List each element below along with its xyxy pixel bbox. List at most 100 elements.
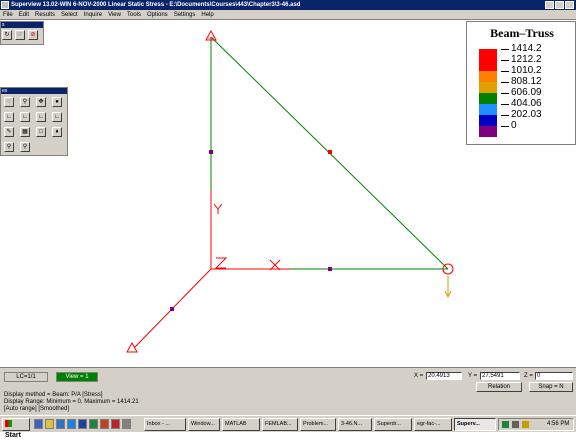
task-superview[interactable]: Superv... (454, 418, 496, 431)
task-matlab[interactable]: MATLAB (222, 418, 260, 431)
y-coord-field[interactable]: 27.5491 (480, 372, 520, 380)
x-coord-field[interactable]: 20.4913 (426, 372, 462, 380)
menu-select[interactable]: Select (58, 12, 81, 18)
task-problem[interactable]: Problem... (300, 418, 336, 431)
menu-options[interactable]: Options (144, 12, 171, 18)
view-palette-title: es (1, 88, 67, 94)
mesh-icon[interactable]: ♦ (52, 127, 62, 137)
z-coord-label: Z = (524, 373, 533, 379)
quicklaunch-app-icon[interactable] (111, 419, 120, 429)
axis-z-glyph (214, 257, 228, 269)
legend-swatch (479, 82, 497, 93)
legend-tick (501, 115, 509, 116)
menu-tools[interactable]: Tools (124, 12, 144, 18)
view-xy-icon[interactable]: ∟ (4, 112, 14, 122)
status-line-range: Display Range: Minimum = 0, Maximum = 14… (4, 399, 139, 405)
quicklaunch-ie-icon[interactable] (67, 419, 76, 429)
legend-tick (501, 104, 509, 105)
legend-label: 606.09 (511, 87, 542, 98)
legend-label: 202.03 (511, 109, 542, 120)
legend-label: 1212.2 (511, 54, 542, 65)
grid-icon[interactable]: ▦ (20, 127, 30, 137)
windows-logo-icon (5, 420, 12, 427)
mini-toolbar-title: s (1, 22, 43, 28)
close-button[interactable] (565, 1, 574, 9)
rotate-tool-icon[interactable]: ↻ (2, 30, 12, 40)
z-coord-field[interactable]: 0 (535, 372, 573, 380)
tray-clock[interactable]: 4:56 PM (547, 419, 569, 430)
legend-tick (501, 60, 509, 61)
legend-label: 0 (511, 120, 517, 131)
view-yz-icon[interactable]: ∟ (20, 112, 30, 122)
task-3-46[interactable]: 3-46.N... (338, 418, 372, 431)
legend-swatch (479, 115, 497, 126)
legend-swatch (479, 93, 497, 104)
quicklaunch-app2-icon[interactable] (122, 419, 131, 429)
title-bar: Superview 13.02-WIN 6-NOV-2000 Linear St… (0, 0, 576, 10)
view-indicator[interactable]: View = 1 (56, 372, 98, 382)
task-inbox[interactable]: Inbox - ... (144, 418, 186, 431)
task-superdraw[interactable]: Superdr... (374, 418, 412, 431)
tray-app-icon[interactable] (522, 421, 529, 428)
zoom-out-icon[interactable]: ⚲ (20, 142, 30, 152)
menu-view[interactable]: View (105, 12, 124, 18)
legend-label: 808.12 (511, 76, 542, 87)
legend-swatch (479, 104, 497, 115)
minimize-button[interactable] (545, 1, 554, 9)
menu-inquire[interactable]: Inquire (81, 12, 105, 18)
tray-volume-icon[interactable] (512, 421, 519, 428)
node-mid-vertical[interactable] (209, 150, 213, 154)
node-mid-horizontal[interactable] (328, 267, 332, 271)
draw-icon[interactable]: ✎ (4, 127, 14, 137)
task-femlab[interactable]: FEMLAB... (262, 418, 298, 431)
quicklaunch-outlook-icon[interactable] (45, 419, 54, 429)
legend-tick (501, 93, 509, 94)
quicklaunch-desktop-icon[interactable] (56, 419, 65, 429)
status-line-flags: [Auto range] [Smoothed] (4, 406, 70, 412)
zoom-in-icon[interactable]: ⚲ (4, 142, 14, 152)
node-mid-diagonal[interactable] (328, 150, 332, 154)
load-case-indicator[interactable]: LC=1/1 (4, 372, 48, 382)
legend-tick (501, 71, 509, 72)
quicklaunch-excel-icon[interactable] (89, 419, 98, 429)
view-iso-icon[interactable]: ∟ (52, 112, 62, 122)
mini-toolbar: s ↻ ☞ ⊘ (0, 21, 44, 45)
menu-file[interactable]: File (0, 12, 16, 18)
task-egr-fac[interactable]: egr-fac-... (414, 418, 452, 431)
menu-results[interactable]: Results (32, 12, 58, 18)
y-coord-label: Y = (468, 373, 478, 379)
support-bottom-icon[interactable] (126, 341, 138, 353)
shade-icon[interactable]: ● (52, 97, 62, 107)
cancel-tool-icon[interactable]: ⊘ (28, 30, 38, 40)
snap-button[interactable]: Snap = N (529, 382, 573, 392)
axis-y-glyph (213, 203, 223, 214)
quicklaunch-explorer-icon[interactable] (34, 419, 43, 429)
legend-label: 1010.2 (511, 65, 542, 76)
node-mid-z[interactable] (170, 307, 174, 311)
start-button[interactable]: Start (2, 418, 30, 439)
status-area: LC=1/1 View = 1 X = 20.4913 Y = 27.5491 … (0, 367, 576, 415)
pan-tool-icon[interactable]: ☞ (15, 30, 25, 40)
menu-settings[interactable]: Settings (171, 12, 199, 18)
frame-icon[interactable]: □ (36, 127, 46, 137)
zoom-window-icon[interactable]: ◌ (4, 97, 14, 107)
legend-label: 404.06 (511, 98, 542, 109)
maximize-button[interactable] (555, 1, 564, 9)
relation-button[interactable]: Relation (476, 382, 522, 392)
legend-label: 1414.2 (511, 43, 542, 54)
system-tray: 4:56 PM (498, 418, 574, 431)
start-label: Start (5, 432, 21, 439)
view-xz-icon[interactable]: ∟ (36, 112, 46, 122)
legend-swatch (479, 126, 497, 137)
move-icon[interactable]: ✥ (36, 97, 46, 107)
quicklaunch-word-icon[interactable] (78, 419, 87, 429)
menu-help[interactable]: Help (198, 12, 216, 18)
tray-network-icon[interactable] (502, 421, 509, 428)
zoom-query-icon[interactable]: ⚲ (20, 97, 30, 107)
menu-bar: File Edit Results Select Inquire View Tools Opt… (0, 10, 576, 20)
task-window[interactable]: Window... (188, 418, 220, 431)
status-line-method: Display method = Beam: P/A [Stress] (4, 392, 103, 398)
legend-swatch (479, 71, 497, 82)
menu-edit[interactable]: Edit (16, 12, 32, 18)
quicklaunch-powerpoint-icon[interactable] (100, 419, 109, 429)
